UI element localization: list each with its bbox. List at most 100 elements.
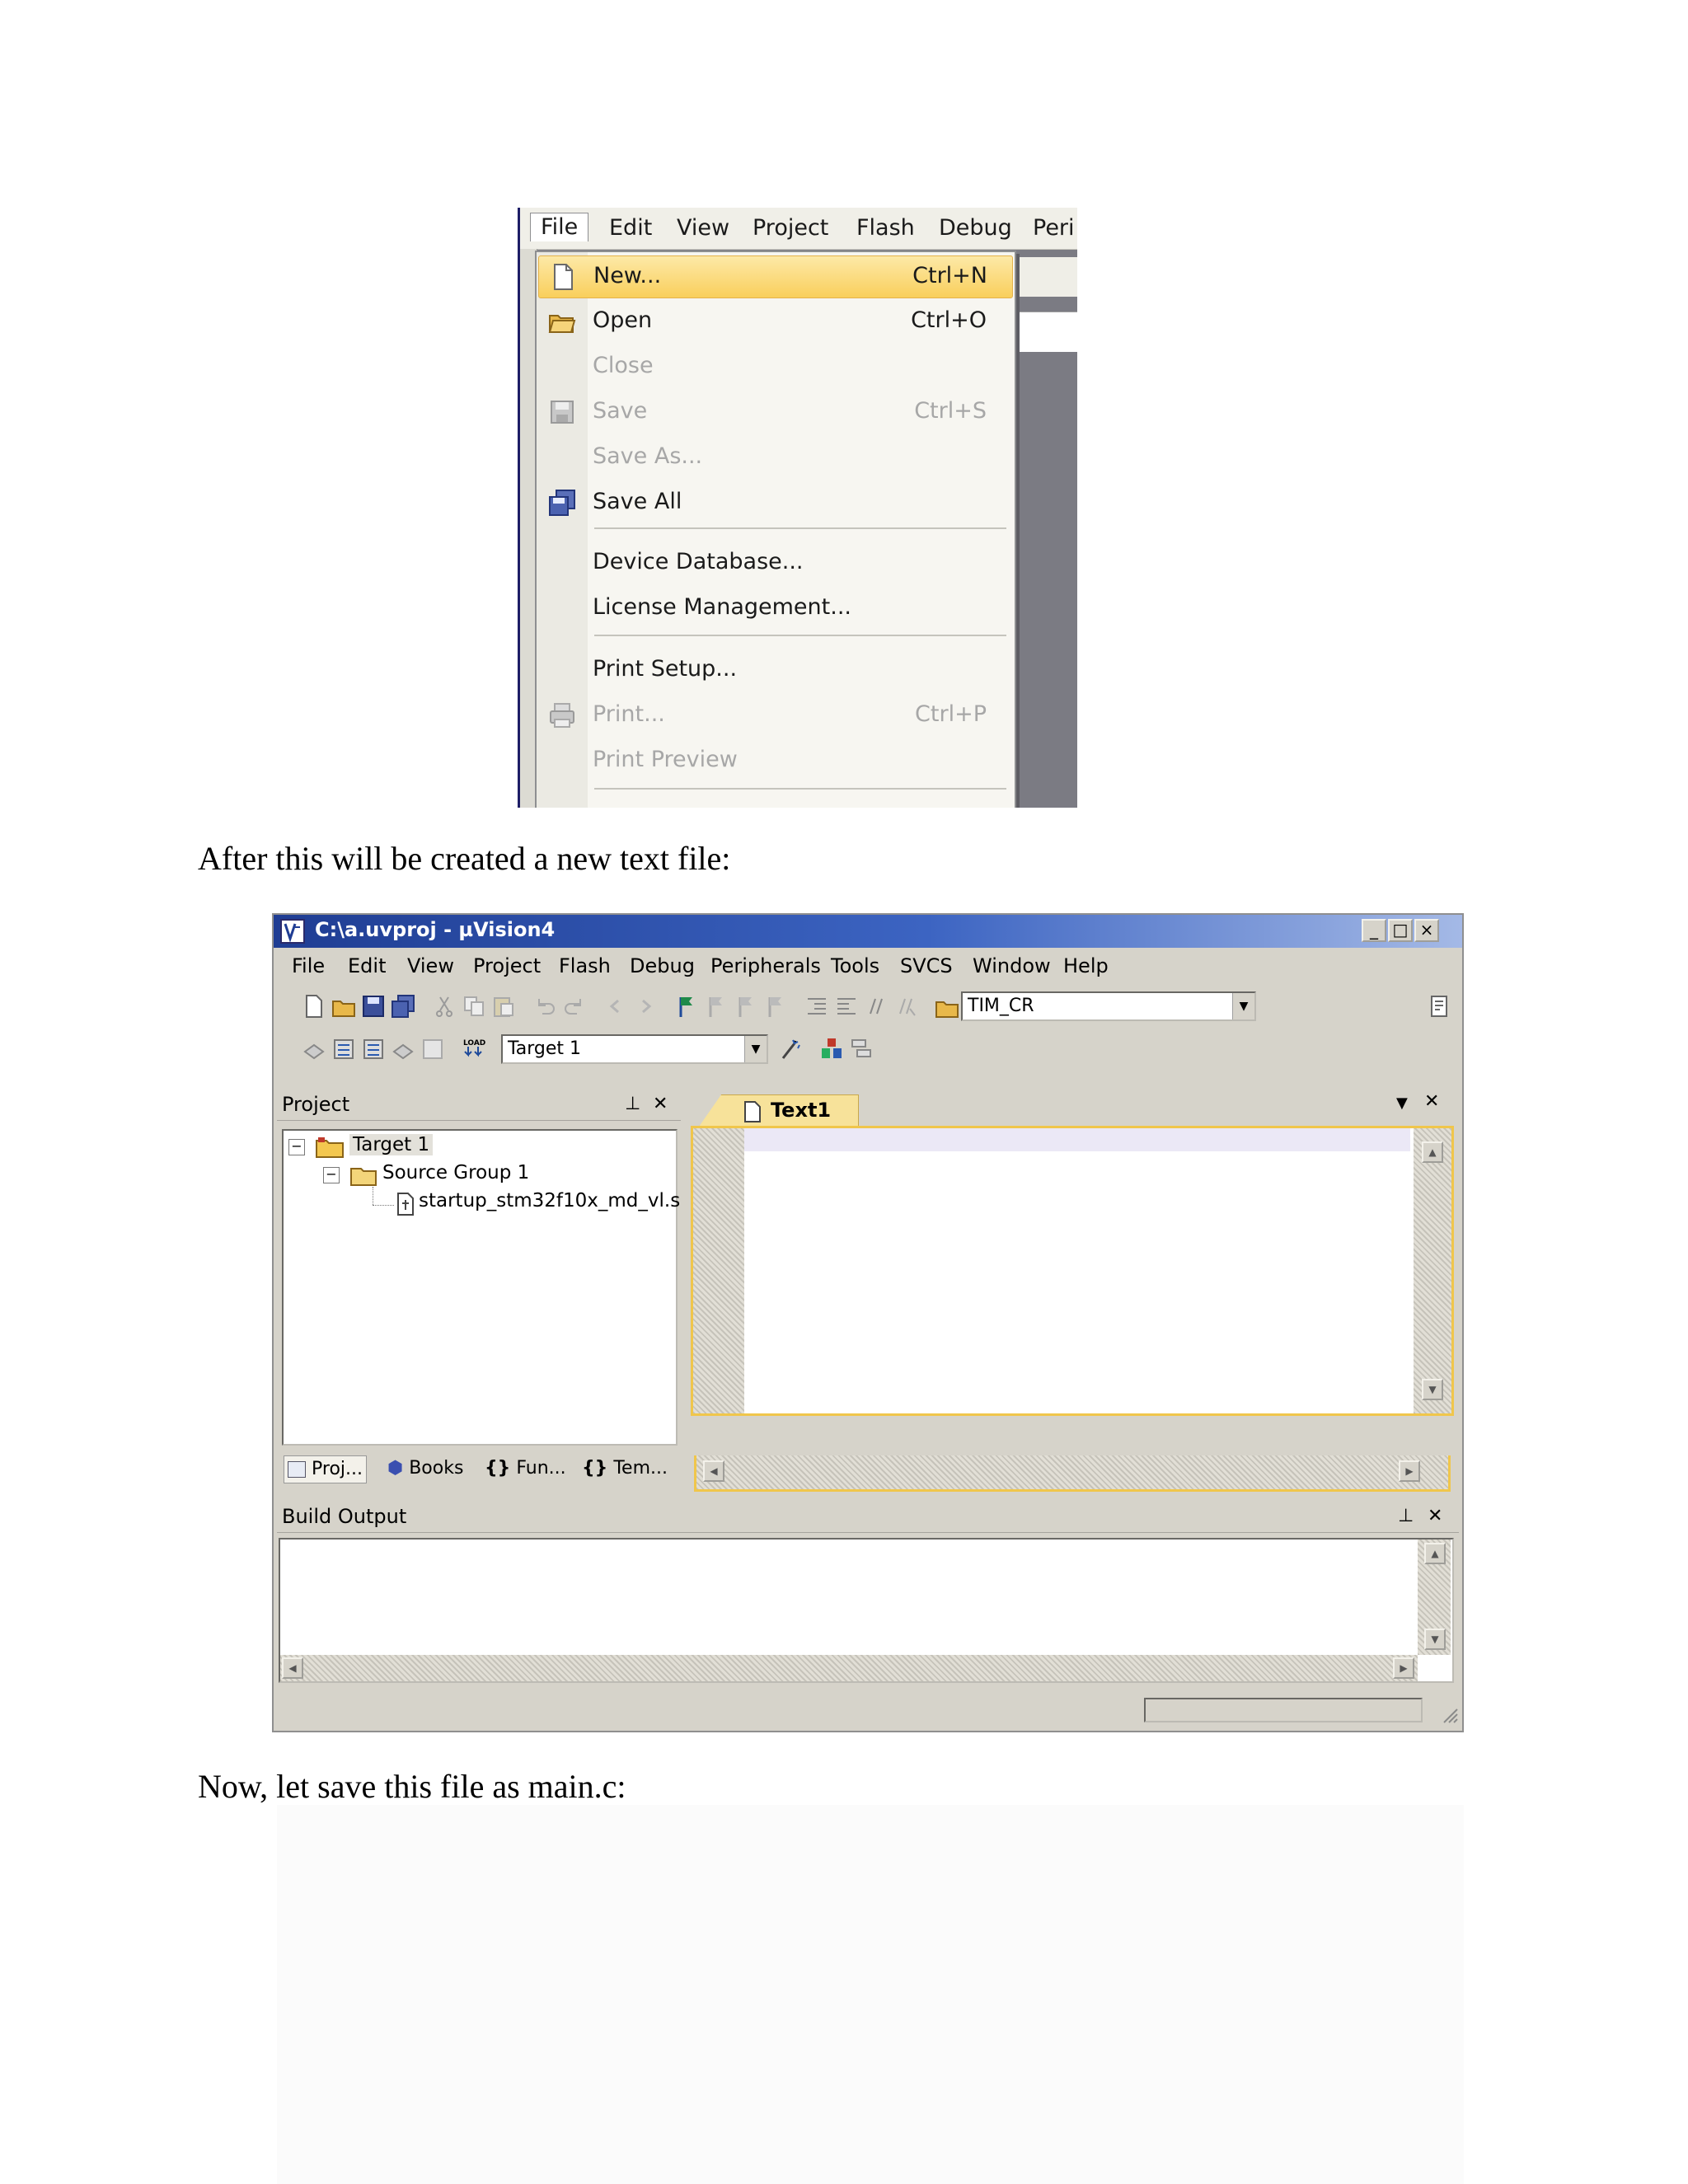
cut-icon[interactable]	[432, 994, 457, 1019]
select-packs-icon[interactable]	[849, 1037, 874, 1062]
indent-icon[interactable]	[804, 994, 829, 1019]
menu-item-save-all[interactable]: Save All	[538, 482, 1011, 523]
chevron-down-icon[interactable]: ▼	[1232, 993, 1254, 1019]
manage-components-icon[interactable]	[819, 1037, 844, 1062]
menu-item-print-setup[interactable]: Print Setup...	[538, 649, 1011, 691]
new-file-icon[interactable]	[302, 994, 326, 1019]
close-button[interactable]: ×	[1414, 919, 1439, 942]
horizontal-scrollbar[interactable]: ◀ ▶	[280, 1655, 1418, 1681]
scroll-up-icon[interactable]: ▲	[1424, 1543, 1446, 1564]
menu-edit[interactable]: Edit	[348, 954, 386, 977]
menu-view[interactable]: View	[407, 954, 454, 977]
chevron-down-icon[interactable]: ▼	[1396, 1094, 1408, 1112]
maximize-button[interactable]: □	[1388, 919, 1413, 942]
menu-debug[interactable]: Debug	[630, 954, 695, 977]
tree-item-source-group[interactable]: Source Group 1	[382, 1162, 529, 1183]
menu-item-save[interactable]: Save Ctrl+S	[538, 391, 1011, 433]
target-options-icon[interactable]	[778, 1037, 803, 1062]
bookmark-toggle-icon[interactable]	[674, 994, 699, 1019]
tree-item-target[interactable]: Target 1	[349, 1134, 434, 1155]
menu-peripherals[interactable]: Peri	[1033, 214, 1075, 242]
vertical-scrollbar[interactable]: ▲ ▼	[1414, 1128, 1451, 1413]
scroll-up-icon[interactable]: ▲	[1422, 1141, 1443, 1163]
collapse-icon[interactable]: −	[323, 1167, 340, 1183]
unindent-icon[interactable]	[834, 994, 859, 1019]
chevron-down-icon[interactable]: ▼	[744, 1036, 767, 1062]
menu-item-print-preview[interactable]: Print Preview	[538, 740, 1011, 781]
find-in-files-icon[interactable]	[935, 994, 959, 1019]
pin-icon[interactable]: ⊥	[1398, 1500, 1414, 1533]
copy-icon[interactable]	[462, 994, 486, 1019]
bookmark-clear-icon[interactable]	[763, 994, 788, 1019]
minimize-button[interactable]: _	[1362, 919, 1386, 942]
rebuild-icon[interactable]	[361, 1037, 386, 1062]
menu-item-new[interactable]: New... Ctrl+N	[538, 255, 1013, 298]
menu-project[interactable]: Project	[753, 214, 828, 242]
open-folder-icon[interactable]	[331, 994, 356, 1019]
menu-flash[interactable]: Flash	[559, 954, 611, 977]
menu-item-close[interactable]: Close	[538, 346, 1011, 387]
menu-svcs[interactable]: SVCS	[900, 954, 953, 977]
save-all-icon[interactable]	[391, 994, 415, 1019]
redo-icon[interactable]	[562, 994, 587, 1019]
menu-flash[interactable]: Flash	[856, 214, 915, 242]
editor-pane[interactable]: ▲ ▼	[691, 1126, 1454, 1416]
scroll-right-icon[interactable]: ▶	[1393, 1657, 1414, 1679]
scroll-down-icon[interactable]: ▼	[1424, 1629, 1446, 1650]
close-icon[interactable]: ✕	[1428, 1500, 1442, 1533]
menu-item-save-as[interactable]: Save As...	[538, 437, 1011, 478]
resize-grip-icon[interactable]	[1439, 1704, 1459, 1724]
tab-text1[interactable]: Text1	[699, 1094, 859, 1127]
menu-item-open[interactable]: Open Ctrl+O	[538, 301, 1011, 342]
paste-icon[interactable]	[491, 994, 516, 1019]
tab-books[interactable]: ⬢ Books	[387, 1455, 463, 1482]
target-select[interactable]: Target 1 ▼	[501, 1034, 768, 1064]
close-icon[interactable]: ✕	[1424, 1091, 1439, 1112]
find-combo[interactable]: TIM_CR ▼	[961, 991, 1256, 1021]
file-menu-screenshot: File Edit View Project Flash Debug Peri …	[518, 208, 1077, 808]
tab-templates[interactable]: {} Tem...	[582, 1455, 668, 1482]
menu-view[interactable]: View	[677, 214, 729, 242]
menu-window[interactable]: Window	[973, 954, 1051, 977]
menu-file[interactable]: File	[292, 954, 325, 977]
uncomment-icon[interactable]	[893, 994, 918, 1019]
menu-edit[interactable]: Edit	[609, 214, 652, 242]
vertical-scrollbar[interactable]: ▲ ▼	[1418, 1540, 1451, 1655]
save-icon[interactable]	[361, 994, 386, 1019]
pin-icon[interactable]: ⊥	[625, 1088, 640, 1121]
target-folder-icon	[316, 1137, 344, 1158]
comment-icon[interactable]	[864, 994, 889, 1019]
download-icon[interactable]: LOAD	[462, 1037, 486, 1062]
menu-tools[interactable]: Tools	[831, 954, 879, 977]
nav-back-icon[interactable]	[603, 994, 628, 1019]
menu-peripherals[interactable]: Peripherals	[710, 954, 821, 977]
tree-item-file[interactable]: startup_stm32f10x_md_vl.s	[419, 1190, 680, 1212]
batch-build-icon[interactable]	[391, 1037, 415, 1062]
scroll-right-icon[interactable]: ▶	[1399, 1460, 1420, 1482]
menu-item-print[interactable]: Print... Ctrl+P	[538, 695, 1011, 736]
menu-item-license-management[interactable]: License Management...	[538, 588, 1011, 629]
find-combo-value: TIM_CR	[968, 996, 1034, 1016]
incremental-find-icon[interactable]	[1428, 994, 1452, 1019]
menu-project[interactable]: Project	[473, 954, 541, 977]
tab-project[interactable]: Proj...	[284, 1455, 367, 1483]
horizontal-scrollbar[interactable]: ◀ ▶	[694, 1455, 1451, 1492]
translate-icon[interactable]	[302, 1037, 326, 1062]
build-icon[interactable]	[331, 1037, 356, 1062]
scroll-left-icon[interactable]: ◀	[282, 1657, 303, 1679]
stop-build-icon[interactable]	[420, 1037, 445, 1062]
menu-item-device-database[interactable]: Device Database...	[538, 542, 1011, 583]
bookmark-next-icon[interactable]	[734, 994, 758, 1019]
menu-debug[interactable]: Debug	[939, 214, 1012, 242]
scroll-down-icon[interactable]: ▼	[1422, 1379, 1443, 1400]
bookmark-prev-icon[interactable]	[704, 994, 729, 1019]
collapse-icon[interactable]: −	[288, 1139, 305, 1155]
nav-forward-icon[interactable]	[633, 994, 658, 1019]
close-icon[interactable]: ✕	[653, 1088, 668, 1121]
menu-file[interactable]: File	[530, 213, 589, 241]
undo-icon[interactable]	[532, 994, 557, 1019]
scroll-left-icon[interactable]: ◀	[703, 1460, 724, 1482]
build-output-pane[interactable]: ▲ ▼ ◀ ▶	[279, 1538, 1454, 1683]
tab-functions[interactable]: {} Fun...	[485, 1455, 566, 1482]
menu-help[interactable]: Help	[1063, 954, 1109, 977]
